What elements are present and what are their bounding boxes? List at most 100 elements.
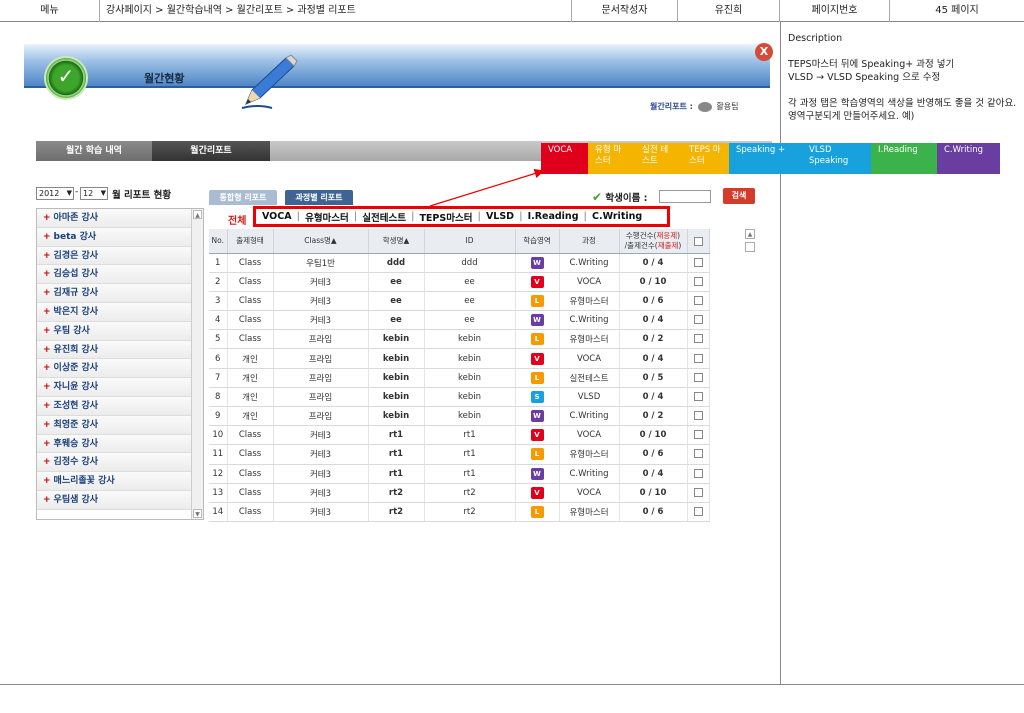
scroll-track[interactable] [745,242,755,252]
filter-item[interactable]: C.Writing [592,211,642,222]
list-item[interactable]: + 자니윤 강사 [37,378,191,397]
scroll-down-icon[interactable]: ▼ [193,509,202,518]
cell-select[interactable] [687,368,710,388]
table-row[interactable]: 5 Class 프라임 kebin kebin L 유형마스터 0 / 2 [209,329,710,350]
plus-icon: + [43,419,51,430]
tab-course-report[interactable]: 과정별 리포트 [285,190,353,205]
table-row[interactable]: 8 개인 프라임 kebin kebin S VLSD 0 / 4 [209,387,710,408]
table-row[interactable]: 12 Class 커테3 rt1 rt1 W C.Writing 0 / 4 [209,464,710,484]
table-row[interactable]: 13 Class 커테3 rt2 rt2 V VOCA 0 / 10 [209,483,710,503]
filter-all[interactable]: 전체 [228,212,246,227]
list-item[interactable]: + 김재규 강사 [37,284,191,303]
table-scrollbar[interactable]: ▲ [745,229,755,255]
plus-icon: + [43,494,51,505]
tab-integrated-report[interactable]: 통합형 리포트 [209,190,277,205]
cell-select[interactable] [687,310,710,331]
search-button[interactable]: 검색 [723,188,755,204]
plus-icon: + [43,325,51,336]
cell-select[interactable] [687,464,710,484]
cell-select[interactable] [687,502,710,523]
usage-tip[interactable]: 월간리포트 : 활용팁 [650,101,738,112]
scroll-up-icon[interactable]: ▲ [193,210,202,219]
row-checkbox[interactable] [693,411,703,421]
list-item[interactable]: + 조성현 강사 [37,396,191,416]
row-checkbox[interactable] [693,468,703,478]
filter-item[interactable]: VOCA [262,211,292,222]
row-checkbox[interactable] [693,430,703,440]
list-item[interactable]: + 김경은 강사 [37,246,191,266]
filter-item[interactable]: TEPS마스터 [419,210,472,224]
cell-student: kebin [368,368,425,388]
col-student[interactable]: 학생명▲ [368,229,425,254]
table-row[interactable]: 6 개인 프라임 kebin kebin V VOCA 0 / 4 [209,348,710,369]
list-item[interactable]: + beta 강사 [37,227,191,247]
cell-select[interactable] [687,444,710,465]
list-item[interactable]: + 우팀 강사 [37,321,191,341]
row-checkbox[interactable] [693,334,703,344]
filter-item[interactable]: 유형마스터 [305,210,349,224]
table-row[interactable]: 3 Class 커테3 ee ee L 유형마스터 0 / 6 [209,291,710,312]
list-item[interactable]: + 김승섭 강사 [37,265,191,285]
row-checkbox[interactable] [693,507,703,517]
cell-select[interactable] [687,272,710,292]
filter-item[interactable]: VLSD [486,211,514,222]
table-row[interactable]: 14 Class 커테3 rt2 rt2 L 유형마스터 0 / 6 [209,502,710,523]
list-item[interactable]: + 후웨승 강사 [37,434,191,454]
row-checkbox[interactable] [693,487,703,497]
list-item[interactable]: + 아마존 강사 [37,209,191,228]
table-row[interactable]: 9 개인 프라임 kebin kebin W C.Writing 0 / 2 [209,406,710,427]
list-item[interactable]: + 이상준 강사 [37,359,191,379]
teacher-list-scrollbar[interactable]: ▲ ▼ [191,209,203,519]
cell-select[interactable] [687,425,710,446]
table-row[interactable]: 1 Class 우팀1반 ddd ddd W C.Writing 0 / 4 [209,253,710,273]
cell-select[interactable] [687,483,710,503]
list-item[interactable]: + 매느리졸꽃 강사 [37,472,191,491]
row-checkbox[interactable] [693,449,703,459]
table-row[interactable]: 10 Class 커테3 rt1 rt1 V VOCA 0 / 10 [209,425,710,446]
list-item[interactable]: + 유진희 강사 [37,340,191,360]
cell-select[interactable] [687,329,710,350]
report-title: 월 리포트 현황 [112,190,172,201]
cell-select[interactable] [687,387,710,408]
cell-ratio: 0 / 4 [619,387,688,408]
cell-no: 7 [209,368,228,388]
filter-item[interactable]: 실전테스트 [362,210,406,224]
cell-select[interactable] [687,291,710,312]
row-checkbox[interactable] [693,315,703,325]
cell-student: kebin [368,406,425,427]
table-row[interactable]: 11 Class 커테3 rt1 rt1 L 유형마스터 0 / 6 [209,444,710,465]
col-class[interactable]: Class명▲ [273,229,369,254]
list-item[interactable]: + 박은지 강사 [37,302,191,322]
filter-item[interactable]: I.Reading [528,211,579,222]
tab-monthly-history[interactable]: 월간 학습 내역 [36,141,152,161]
cell-ratio: 0 / 5 [619,368,688,388]
cell-student: kebin [368,387,425,408]
cell-select[interactable] [687,406,710,427]
course-filter-highlight: VOCA | 유형마스터 | 실전테스트 | TEPS마스터 | VLSD | I.Reading |… [253,206,670,227]
list-item[interactable]: + 최영준 강사 [37,415,191,435]
student-name-input[interactable] [659,190,711,203]
month-select[interactable]: 12 ▼ [80,187,108,200]
cell-select[interactable] [687,253,710,273]
row-checkbox[interactable] [693,391,703,401]
table-row[interactable]: 7 개인 프라임 kebin kebin L 실전테스트 0 / 5 [209,368,710,388]
row-checkbox[interactable] [693,372,703,382]
cell-ratio: 0 / 10 [619,425,688,446]
close-button[interactable]: X [755,43,773,61]
cell-course: VOCA [559,272,620,292]
row-checkbox[interactable] [693,276,703,286]
select-all-checkbox[interactable] [693,236,703,246]
cell-select[interactable] [687,348,710,369]
table-row[interactable]: 2 Class 커테3 ee ee V VOCA 0 / 10 [209,272,710,292]
table-row[interactable]: 4 Class 커테3 ee ee W C.Writing 0 / 4 [209,310,710,331]
list-item[interactable]: + 우팀샘 강사 [37,490,191,510]
col-select-all[interactable] [687,229,710,254]
count-b-text: /출제건수( [624,240,658,250]
tab-monthly-report[interactable]: 월간리포트 [152,141,270,161]
list-item[interactable]: + 김정수 강사 [37,453,191,473]
year-select[interactable]: 2012 ▼ [36,187,74,200]
scroll-up-icon[interactable]: ▲ [745,229,755,239]
row-checkbox[interactable] [693,353,703,363]
row-checkbox[interactable] [693,257,703,267]
row-checkbox[interactable] [693,295,703,305]
